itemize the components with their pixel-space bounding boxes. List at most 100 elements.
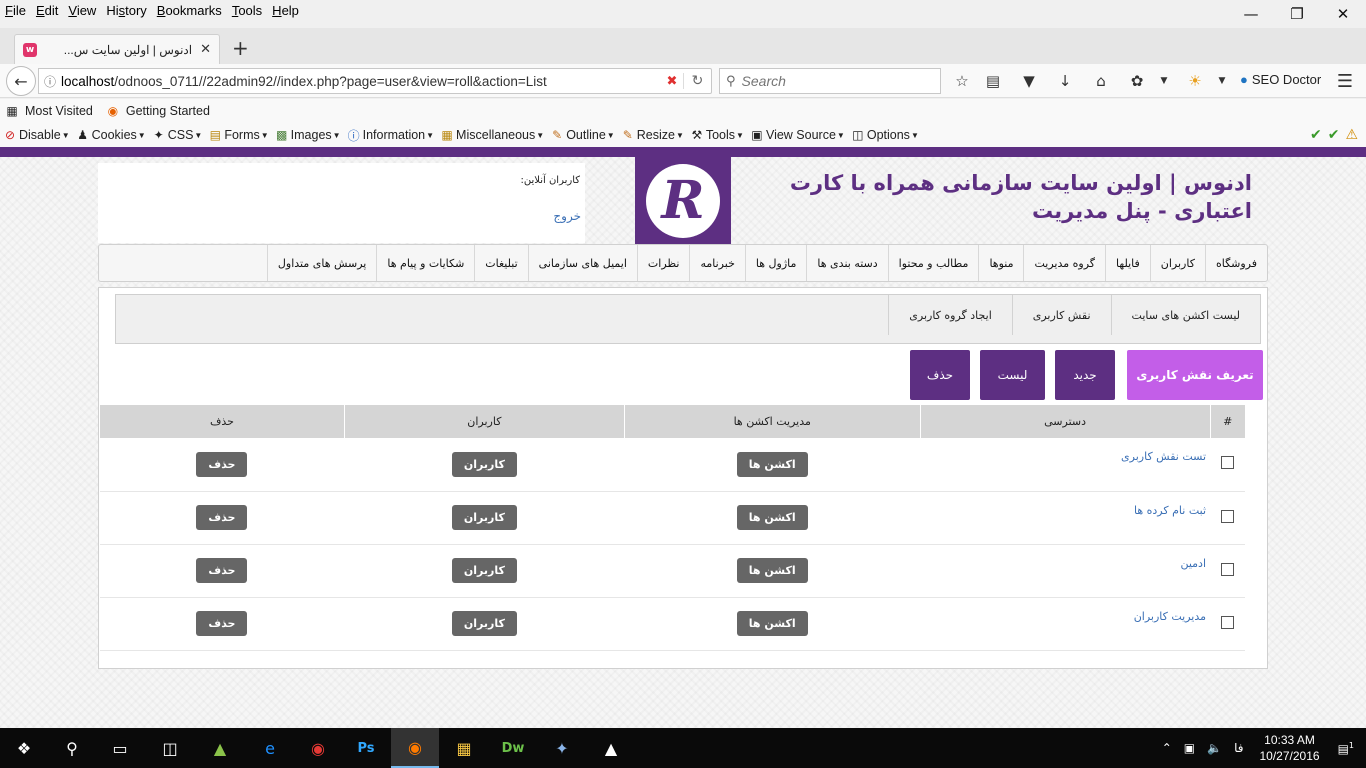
nav-shop[interactable]: فروشگاه: [1204, 245, 1267, 281]
volume-icon[interactable]: 🔈: [1207, 741, 1222, 755]
role-name-link[interactable]: ثبت نام کرده ها: [920, 504, 1210, 517]
bookmark-getting-started[interactable]: ◉ Getting Started: [105, 103, 210, 119]
subnav-user-role[interactable]: نقش کاربری: [1011, 295, 1111, 335]
pocket-icon[interactable]: ▼: [1017, 70, 1041, 92]
reload-icon[interactable]: ↻: [683, 73, 711, 89]
rainbow-icon[interactable]: ☀: [1183, 70, 1207, 92]
tray-expand-icon[interactable]: ⌃: [1162, 741, 1172, 755]
menu-bookmarks[interactable]: Bookmarks: [152, 3, 227, 18]
menu-tools[interactable]: Tools: [227, 3, 267, 18]
photoshop-icon[interactable]: Ps: [342, 728, 390, 768]
users-button[interactable]: کاربران: [451, 451, 517, 477]
subnav-create-user-group[interactable]: ایجاد گروه کاربری: [888, 295, 1011, 335]
row-checkbox[interactable]: [1221, 456, 1234, 470]
close-tab-icon[interactable]: ✕: [200, 42, 211, 57]
download-icon[interactable]: ↓: [1053, 70, 1077, 92]
firefox-icon[interactable]: ◉: [391, 728, 439, 768]
js-valid-check-icon[interactable]: ✔: [1328, 127, 1340, 143]
bookmark-star-icon[interactable]: ☆: [950, 70, 974, 92]
search-box[interactable]: ⚲: [719, 68, 941, 94]
delete-button[interactable]: حذف: [910, 350, 970, 400]
row-delete-button[interactable]: حذف: [196, 451, 248, 477]
language-indicator[interactable]: فا: [1234, 741, 1243, 755]
css-valid-check-icon[interactable]: ✔: [1310, 127, 1322, 143]
row-delete-button[interactable]: حذف: [196, 558, 248, 583]
users-button[interactable]: کاربران: [451, 505, 517, 530]
android-studio-icon[interactable]: ▲: [196, 728, 244, 768]
nav-admin-group[interactable]: گروه مدیریت: [1023, 245, 1105, 281]
dev-options[interactable]: ◫ Options ▼: [851, 128, 919, 142]
dev-miscellaneous[interactable]: ▦ Miscellaneous ▼: [440, 128, 544, 142]
windows-start-icon[interactable]: ❖: [0, 728, 48, 768]
site-logo[interactable]: R: [635, 157, 731, 244]
url-text[interactable]: localhost/odnoos_0711//22admin92//index.…: [61, 74, 661, 89]
menu-file[interactable]: File: [0, 3, 31, 18]
edge-icon[interactable]: e: [246, 728, 294, 768]
photos-icon[interactable]: ▲: [587, 728, 635, 768]
menu-edit[interactable]: Edit: [31, 3, 63, 18]
menu-history[interactable]: History: [101, 3, 151, 18]
actions-button[interactable]: اکشن ها: [736, 451, 808, 477]
search-icon[interactable]: ⚲: [48, 728, 96, 768]
nav-modules[interactable]: ماژول ها: [744, 245, 807, 281]
role-name-link[interactable]: مدیریت کاربران: [920, 610, 1210, 623]
nav-categories[interactable]: دسته بندی ها: [806, 245, 887, 281]
users-button[interactable]: کاربران: [451, 558, 517, 583]
role-name-link[interactable]: ادمین: [920, 557, 1210, 570]
nav-files[interactable]: فایلها: [1105, 245, 1150, 281]
nav-ads[interactable]: تبلیغات: [474, 245, 527, 281]
store-icon[interactable]: ◫: [146, 728, 194, 768]
chrome-icon[interactable]: ◉: [294, 728, 342, 768]
action-center-icon[interactable]: ▤1: [1338, 741, 1354, 756]
extension-icon[interactable]: ✿: [1125, 70, 1149, 92]
dev-css[interactable]: ✦ CSS ▼: [152, 128, 203, 142]
minimize-icon[interactable]: —: [1228, 0, 1274, 28]
extension-dropdown-icon[interactable]: ▼: [1152, 70, 1176, 92]
new-button[interactable]: جدید: [1055, 350, 1115, 400]
paint-icon[interactable]: ✦: [538, 728, 586, 768]
search-input[interactable]: [741, 73, 922, 89]
bookmark-most-visited[interactable]: ▦ Most Visited: [4, 103, 93, 119]
dev-outline[interactable]: ✎ Outline ▼: [550, 128, 615, 142]
nav-complaints[interactable]: شکایات و پیام ها: [376, 245, 474, 281]
nav-newsletter[interactable]: خبرنامه: [689, 245, 744, 281]
network-icon[interactable]: ▣: [1184, 741, 1195, 755]
nav-comments[interactable]: نظرات: [636, 245, 690, 281]
browser-tab[interactable]: w ادنوس | اولین سایت س... ✕: [14, 34, 220, 64]
dev-forms[interactable]: ▤ Forms ▼: [208, 128, 269, 142]
actions-button[interactable]: اکشن ها: [736, 558, 808, 583]
url-bar[interactable]: ⓘ localhost/odnoos_0711//22admin92//inde…: [38, 68, 712, 94]
nav-menus[interactable]: منوها: [978, 245, 1023, 281]
home-icon[interactable]: ⌂: [1089, 70, 1113, 92]
nav-faq[interactable]: پرسش های متداول: [266, 245, 376, 281]
row-checkbox[interactable]: [1221, 509, 1234, 523]
info-icon[interactable]: ⓘ: [39, 73, 61, 90]
clock[interactable]: 10:33 AM 10/27/2016: [1260, 732, 1320, 764]
rainbow-dropdown-icon[interactable]: ▼: [1210, 70, 1234, 92]
warning-icon[interactable]: ⚠: [1345, 127, 1358, 143]
subnav-site-actions-list[interactable]: لیست اکشن های سایت: [1110, 295, 1260, 335]
list-button[interactable]: لیست: [980, 350, 1045, 400]
dev-tools[interactable]: ⚒ Tools ▼: [690, 128, 744, 142]
dreamweaver-icon[interactable]: Dw: [489, 728, 537, 768]
dev-view-source[interactable]: ▣ View Source ▼: [750, 128, 845, 142]
close-window-icon[interactable]: ✕: [1320, 0, 1366, 28]
file-explorer-icon[interactable]: ▦: [440, 728, 488, 768]
dev-resize[interactable]: ✎ Resize ▼: [621, 128, 684, 142]
actions-button[interactable]: اکشن ها: [736, 611, 808, 636]
actions-button[interactable]: اکشن ها: [736, 505, 808, 530]
row-checkbox[interactable]: [1221, 615, 1234, 629]
new-tab-icon[interactable]: +: [232, 36, 249, 60]
menu-view[interactable]: View: [63, 3, 101, 18]
hamburger-menu-icon[interactable]: ☰: [1333, 70, 1357, 92]
nav-content[interactable]: مطالب و محتوا: [887, 245, 979, 281]
row-checkbox[interactable]: [1221, 562, 1234, 576]
dev-images[interactable]: ▩ Images ▼: [275, 128, 341, 142]
task-view-icon[interactable]: ▭: [96, 728, 144, 768]
dev-cookies[interactable]: ♟ Cookies ▼: [76, 128, 145, 142]
menu-help[interactable]: Help: [267, 3, 304, 18]
nav-org-emails[interactable]: ایمیل های سازمانی: [527, 245, 637, 281]
row-delete-button[interactable]: حذف: [196, 611, 248, 636]
back-arrow-icon[interactable]: ←: [6, 66, 36, 96]
define-user-role-button[interactable]: تعریف نقش کاربری: [1127, 350, 1263, 400]
